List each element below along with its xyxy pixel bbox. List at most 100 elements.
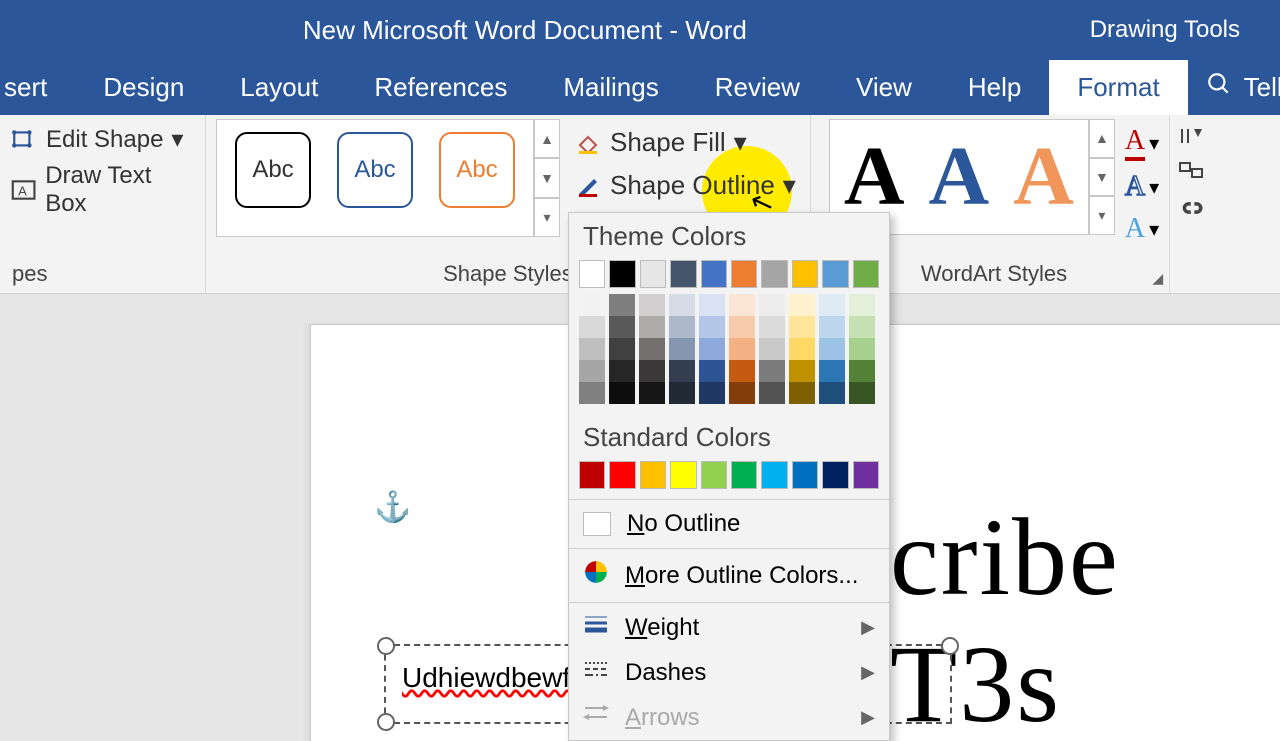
color-swatch[interactable] [699, 294, 725, 316]
color-swatch[interactable] [609, 316, 635, 338]
color-swatch[interactable] [789, 382, 815, 404]
gallery-more[interactable]: ▾ [534, 198, 560, 237]
color-swatch[interactable] [670, 260, 696, 288]
color-swatch[interactable] [639, 316, 665, 338]
color-swatch[interactable] [819, 382, 845, 404]
text-outline-button[interactable]: A▾ [1125, 171, 1159, 203]
tell-me[interactable]: Tell me what y [1188, 60, 1280, 115]
color-swatch[interactable] [579, 360, 605, 382]
color-swatch[interactable] [639, 338, 665, 360]
color-swatch[interactable] [579, 338, 605, 360]
color-swatch[interactable] [822, 461, 848, 489]
color-swatch[interactable] [640, 461, 666, 489]
tab-format[interactable]: Format [1049, 60, 1187, 115]
color-swatch[interactable] [701, 260, 727, 288]
color-swatch[interactable] [849, 360, 875, 382]
shape-style-1[interactable]: Abc [235, 132, 311, 208]
color-swatch[interactable] [669, 338, 695, 360]
color-swatch[interactable] [669, 294, 695, 316]
color-swatch[interactable] [849, 316, 875, 338]
color-swatch[interactable] [579, 260, 605, 288]
color-swatch[interactable] [609, 360, 635, 382]
color-swatch[interactable] [579, 382, 605, 404]
color-swatch[interactable] [759, 360, 785, 382]
color-swatch[interactable] [729, 338, 755, 360]
wordart-style-2[interactable]: A [929, 135, 990, 219]
color-swatch[interactable] [792, 260, 818, 288]
color-swatch[interactable] [669, 316, 695, 338]
wa-scroll-up[interactable]: ▲ [1089, 119, 1115, 158]
draw-text-box-button[interactable]: A Draw Text Box [10, 162, 195, 218]
color-swatch[interactable] [609, 260, 635, 288]
color-swatch[interactable] [699, 382, 725, 404]
color-swatch[interactable] [761, 461, 787, 489]
dialog-launcher-icon[interactable]: ◢ [1152, 270, 1163, 287]
shape-style-gallery[interactable]: Abc Abc Abc [216, 119, 534, 237]
text-direction-button[interactable] [1178, 125, 1206, 147]
tab-mailings[interactable]: Mailings [535, 60, 686, 115]
color-swatch[interactable] [609, 294, 635, 316]
tab-view[interactable]: View [828, 60, 940, 115]
color-swatch[interactable] [639, 382, 665, 404]
color-swatch[interactable] [789, 360, 815, 382]
shape-style-2[interactable]: Abc [337, 132, 413, 208]
color-swatch[interactable] [701, 461, 727, 489]
text-effects-button[interactable]: A▾ [1125, 213, 1159, 245]
color-swatch[interactable] [699, 338, 725, 360]
text-fill-button[interactable]: A▾ [1125, 125, 1159, 161]
color-swatch[interactable] [609, 382, 635, 404]
color-swatch[interactable] [789, 338, 815, 360]
no-outline-item[interactable]: No Outline [569, 502, 889, 546]
dashes-item[interactable]: Dashes ▶ [569, 650, 889, 695]
color-swatch[interactable] [729, 382, 755, 404]
color-swatch[interactable] [819, 338, 845, 360]
misspelled-word[interactable]: Udhiewdbewfdi [402, 662, 592, 694]
tab-review[interactable]: Review [687, 60, 828, 115]
wordart-style-3[interactable]: A [1013, 135, 1074, 219]
edit-shape-button[interactable]: Edit Shape ▾ [10, 125, 195, 154]
color-swatch[interactable] [819, 360, 845, 382]
weight-item[interactable]: Weight ▶ [569, 605, 889, 650]
gallery-scroll-down[interactable]: ▼ [534, 158, 560, 197]
tab-help[interactable]: Help [940, 60, 1049, 115]
color-swatch[interactable] [853, 461, 879, 489]
color-swatch[interactable] [849, 338, 875, 360]
create-link-button[interactable] [1178, 197, 1206, 219]
wa-scroll-down[interactable]: ▼ [1089, 158, 1115, 197]
gallery-scroll-up[interactable]: ▲ [534, 119, 560, 158]
color-swatch[interactable] [792, 461, 818, 489]
shape-fill-button[interactable]: Shape Fill ▾ [570, 125, 800, 160]
color-swatch[interactable] [731, 461, 757, 489]
color-swatch[interactable] [729, 316, 755, 338]
tab-references[interactable]: References [346, 60, 535, 115]
wa-more[interactable]: ▾ [1089, 196, 1115, 235]
color-swatch[interactable] [609, 338, 635, 360]
color-swatch[interactable] [699, 360, 725, 382]
color-swatch[interactable] [669, 360, 695, 382]
tab-design[interactable]: Design [75, 60, 212, 115]
color-swatch[interactable] [853, 260, 879, 288]
wordart-style-1[interactable]: A [844, 135, 905, 219]
tab-insert[interactable]: sert [0, 60, 75, 115]
color-swatch[interactable] [699, 316, 725, 338]
color-swatch[interactable] [819, 294, 845, 316]
color-swatch[interactable] [729, 360, 755, 382]
color-swatch[interactable] [819, 316, 845, 338]
color-swatch[interactable] [579, 316, 605, 338]
color-swatch[interactable] [759, 294, 785, 316]
tab-layout[interactable]: Layout [212, 60, 346, 115]
color-swatch[interactable] [639, 360, 665, 382]
color-swatch[interactable] [849, 294, 875, 316]
color-swatch[interactable] [609, 461, 635, 489]
color-swatch[interactable] [759, 382, 785, 404]
color-swatch[interactable] [729, 294, 755, 316]
color-swatch[interactable] [759, 338, 785, 360]
color-swatch[interactable] [789, 294, 815, 316]
color-swatch[interactable] [849, 382, 875, 404]
color-swatch[interactable] [640, 260, 666, 288]
shape-style-3[interactable]: Abc [439, 132, 515, 208]
color-swatch[interactable] [789, 316, 815, 338]
shape-outline-button[interactable]: Shape Outline ▾ ↖ [570, 168, 800, 203]
color-swatch[interactable] [761, 260, 787, 288]
color-swatch[interactable] [579, 294, 605, 316]
